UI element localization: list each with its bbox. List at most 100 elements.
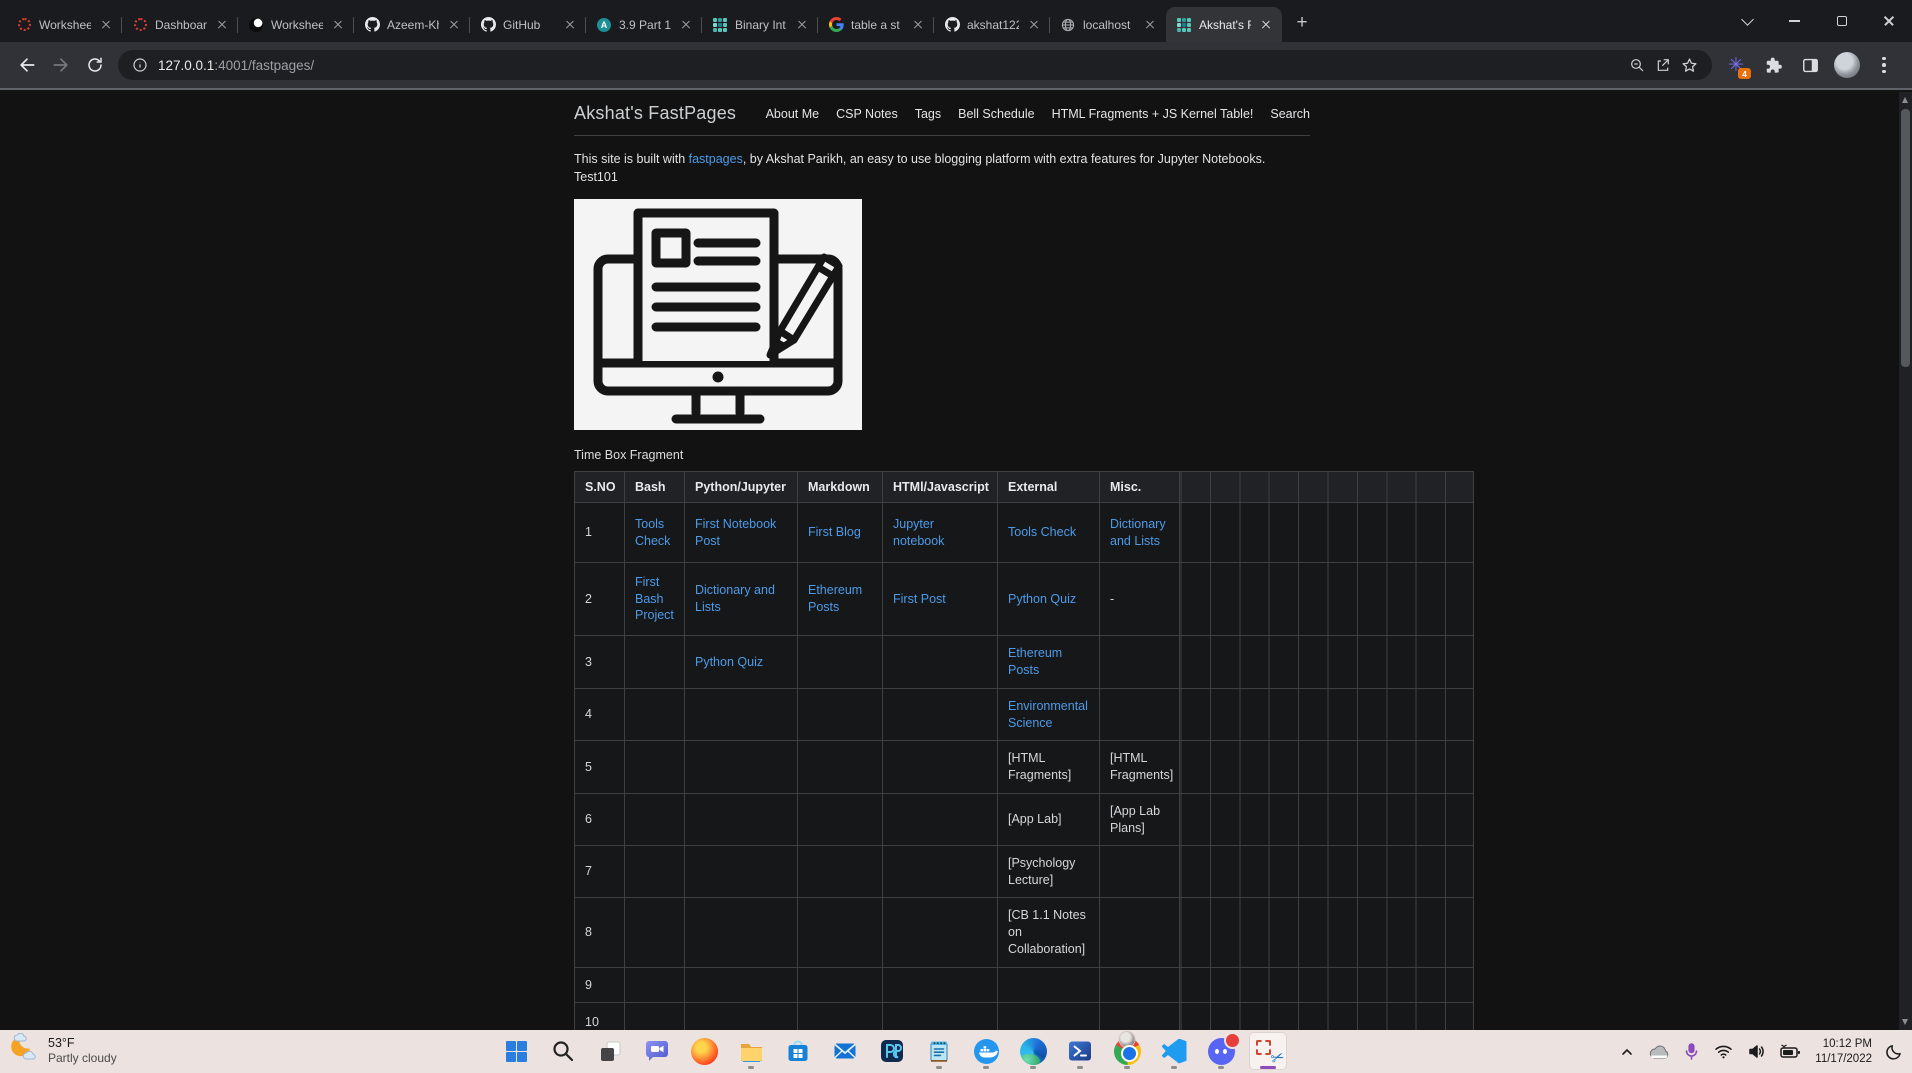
volume-icon[interactable] — [1745, 1041, 1768, 1062]
firefox-icon[interactable] — [685, 1032, 723, 1070]
table-link[interactable]: First Bash Project — [635, 575, 674, 623]
nav-link-csp-notes[interactable]: CSP Notes — [836, 107, 898, 121]
tray-chevron-icon[interactable] — [1617, 1042, 1637, 1062]
onedrive-icon[interactable] — [1646, 1042, 1672, 1062]
nav-link-about-me[interactable]: About Me — [766, 107, 820, 121]
reload-button[interactable] — [78, 48, 112, 82]
chrome-icon[interactable] — [1108, 1031, 1146, 1070]
tab-close-icon[interactable] — [214, 17, 230, 33]
table-link[interactable]: Dictionary and Lists — [1110, 517, 1166, 548]
tab-close-icon[interactable] — [98, 17, 114, 33]
table-link[interactable]: First Post — [893, 592, 946, 606]
pb-app-icon[interactable] — [873, 1032, 911, 1070]
forward-button[interactable] — [44, 48, 78, 82]
search-icon[interactable] — [544, 1032, 582, 1070]
browser-tab[interactable]: GitHub — [469, 7, 586, 42]
file-explorer-icon[interactable] — [732, 1032, 770, 1070]
back-button[interactable] — [10, 48, 44, 82]
tab-close-icon[interactable] — [562, 17, 578, 33]
mail-icon[interactable] — [826, 1032, 864, 1070]
nav-link-tags[interactable]: Tags — [915, 107, 941, 121]
tab-close-icon[interactable] — [330, 17, 346, 33]
browser-tab-active[interactable]: Akshat's F — [1166, 7, 1282, 42]
browser-tab[interactable]: A 3.9 Part 1 — [585, 7, 702, 42]
table-link[interactable]: Environmental Science — [1008, 699, 1088, 730]
page-title[interactable]: Akshat's FastPages — [574, 103, 736, 124]
close-button[interactable] — [1865, 0, 1912, 42]
table-link[interactable]: Dictionary and Lists — [695, 583, 775, 614]
table-link[interactable]: Ethereum Posts — [1008, 646, 1062, 677]
snipping-tool-icon[interactable]: ✂ — [1249, 1032, 1287, 1070]
weather-widget[interactable]: 53°F Partly cloudy — [10, 1032, 117, 1068]
extensions-puzzle-icon[interactable] — [1759, 51, 1787, 79]
browser-tab[interactable]: akshat122 — [933, 7, 1050, 42]
table-link[interactable]: Tools Check — [635, 517, 670, 548]
browser-tab[interactable]: Azeem-Kh — [353, 7, 470, 42]
table-cell — [1099, 1002, 1180, 1030]
browser-tab[interactable]: Workshee — [6, 7, 122, 42]
tab-search-button[interactable] — [1724, 0, 1771, 42]
fastpages-link[interactable]: fastpages — [689, 152, 743, 166]
powershell-icon[interactable] — [1061, 1032, 1099, 1070]
extension-icon[interactable]: ✳ 4 — [1722, 51, 1751, 79]
table-header-cell: Python/Jupyter — [684, 471, 798, 503]
table-link[interactable]: Tools Check — [1008, 525, 1076, 539]
battery-icon[interactable] — [1777, 1041, 1804, 1062]
bookmark-star-icon[interactable] — [1681, 57, 1698, 74]
table-link[interactable]: Jupyter notebook — [893, 517, 944, 548]
focus-assist-moon-icon[interactable] — [1883, 1040, 1906, 1063]
table-cell: Python Quiz — [997, 562, 1100, 636]
browser-tab[interactable]: Dashboar — [121, 7, 238, 42]
task-view-icon[interactable] — [591, 1032, 629, 1070]
profile-avatar[interactable] — [1833, 51, 1861, 79]
maximize-button[interactable] — [1818, 0, 1865, 42]
url-text[interactable]: 127.0.0.1:4001/fastpages/ — [158, 58, 1619, 73]
hero-image — [574, 199, 862, 430]
docker-icon[interactable] — [967, 1032, 1005, 1070]
scrollbar-down-arrow[interactable] — [1902, 1019, 1908, 1025]
start-button[interactable] — [497, 1032, 535, 1070]
table-link[interactable]: First Blog — [808, 525, 861, 539]
table-link[interactable]: Python Quiz — [695, 655, 763, 669]
nav-link-html-fragments[interactable]: HTML Fragments + JS Kernel Table! — [1052, 107, 1254, 121]
tab-close-icon[interactable] — [1026, 17, 1042, 33]
minimize-button[interactable] — [1771, 0, 1818, 42]
store-icon[interactable] — [779, 1032, 817, 1070]
site-info-icon[interactable] — [132, 57, 148, 73]
microphone-icon[interactable] — [1681, 1040, 1702, 1063]
browser-tab[interactable]: table a st — [817, 7, 934, 42]
zoom-icon[interactable] — [1629, 57, 1645, 73]
wifi-icon[interactable] — [1711, 1041, 1736, 1062]
tab-close-icon[interactable] — [446, 17, 462, 33]
menu-kebab-icon[interactable] — [1870, 51, 1898, 79]
tab-close-icon[interactable] — [1142, 17, 1158, 33]
notepad-icon[interactable] — [920, 1032, 958, 1070]
tab-close-icon[interactable] — [678, 17, 694, 33]
discord-icon[interactable] — [1202, 1032, 1240, 1070]
address-bar[interactable]: 127.0.0.1:4001/fastpages/ — [118, 50, 1712, 80]
browser-tab[interactable]: Binary Int — [701, 7, 818, 42]
table-cell: Environmental Science — [997, 688, 1100, 741]
table-link[interactable]: Python Quiz — [1008, 592, 1076, 606]
tab-close-icon[interactable] — [910, 17, 926, 33]
table-row: 9 — [574, 967, 1474, 1003]
scrollbar-up-arrow[interactable] — [1902, 97, 1908, 103]
chat-icon[interactable] — [638, 1032, 676, 1070]
nav-link-search[interactable]: Search — [1270, 107, 1310, 121]
browser-tab[interactable]: Workshee — [237, 7, 354, 42]
browser-tab[interactable]: localhost — [1049, 7, 1166, 42]
edge-icon[interactable] — [1014, 1032, 1052, 1070]
tab-close-icon[interactable] — [1258, 17, 1274, 33]
side-panel-icon[interactable] — [1796, 51, 1824, 79]
vscode-icon[interactable] — [1155, 1032, 1193, 1070]
scrollbar-thumb[interactable] — [1901, 109, 1910, 367]
new-tab-button[interactable]: + — [1288, 10, 1316, 38]
page-scrollbar[interactable] — [1899, 92, 1912, 1030]
nav-link-bell-schedule[interactable]: Bell Schedule — [958, 107, 1034, 121]
share-icon[interactable] — [1655, 57, 1671, 73]
clock[interactable]: 10:12 PM 11/17/2022 — [1813, 1037, 1874, 1067]
tab-close-icon[interactable] — [794, 17, 810, 33]
table-link[interactable]: First Notebook Post — [695, 517, 776, 548]
table-link[interactable]: Ethereum Posts — [808, 583, 862, 614]
table-cell — [684, 1002, 798, 1030]
